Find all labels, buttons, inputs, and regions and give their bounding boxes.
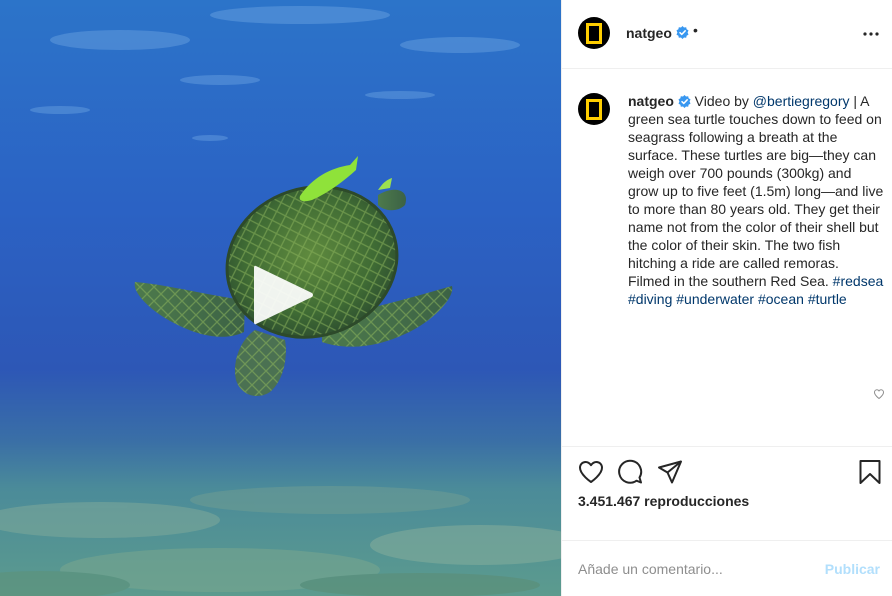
- comment-icon[interactable]: [617, 459, 643, 485]
- post-side-panel: natgeo • natgeo Video by @bertiegregory …: [561, 0, 892, 596]
- caption-body: | A green sea turtle touches down to fee…: [628, 93, 884, 289]
- caption-like-heart-icon[interactable]: [873, 388, 885, 400]
- more-options-icon[interactable]: [862, 24, 880, 44]
- caption-avatar[interactable]: [578, 93, 610, 125]
- post-header: natgeo •: [562, 0, 892, 69]
- view-count[interactable]: 3.451.467 reproducciones: [578, 493, 749, 509]
- caption-text: natgeo Video by @bertiegregory | A green…: [628, 92, 884, 308]
- hashtag-link[interactable]: #diving: [628, 291, 672, 307]
- mention-link[interactable]: @bertiegregory: [753, 93, 850, 109]
- instagram-post: natgeo • natgeo Video by @bertiegregory …: [0, 0, 892, 596]
- natgeo-logo-icon: [586, 22, 602, 44]
- bookmark-icon[interactable]: [857, 459, 883, 485]
- publish-button[interactable]: Publicar: [825, 561, 880, 577]
- comment-box: Publicar: [562, 541, 892, 596]
- caption-username[interactable]: natgeo: [628, 93, 674, 109]
- hashtag-link[interactable]: #ocean: [758, 291, 804, 307]
- play-icon[interactable]: [250, 262, 316, 328]
- header-separator: •: [693, 22, 698, 38]
- hashtag-link[interactable]: #underwater: [676, 291, 754, 307]
- post-video[interactable]: [0, 0, 561, 596]
- post-actions: 3.451.467 reproducciones: [562, 447, 892, 541]
- caption-intro: Video by: [694, 93, 753, 109]
- header-username[interactable]: natgeo: [626, 25, 672, 41]
- verified-badge-icon: [676, 26, 689, 39]
- heart-icon[interactable]: [578, 459, 604, 485]
- caption-area: natgeo Video by @bertiegregory | A green…: [562, 69, 892, 447]
- avatar[interactable]: [578, 17, 610, 49]
- comment-input[interactable]: [578, 558, 808, 580]
- share-icon[interactable]: [657, 459, 683, 485]
- natgeo-logo-icon: [586, 98, 602, 120]
- hashtag-link[interactable]: #turtle: [808, 291, 847, 307]
- verified-badge-icon: [678, 95, 691, 108]
- hashtag-link[interactable]: #redsea: [833, 273, 884, 289]
